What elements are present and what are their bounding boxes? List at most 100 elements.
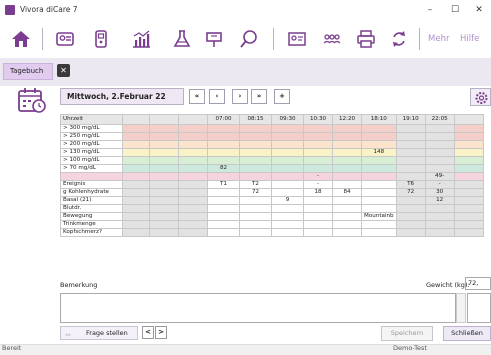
grid-cell[interactable] (332, 220, 362, 229)
grid-cell[interactable] (239, 204, 272, 213)
grid-cell[interactable] (207, 220, 240, 229)
grid-cell[interactable] (122, 196, 150, 205)
grid-cell[interactable] (239, 212, 272, 221)
grid-cell[interactable] (149, 204, 179, 213)
grid-cell[interactable]: 72 (239, 188, 272, 197)
grid-cell[interactable] (271, 132, 304, 141)
grid-cell[interactable] (395, 140, 426, 149)
grid-cell[interactable] (424, 132, 455, 141)
grid-cell[interactable] (239, 228, 272, 237)
grid-cell[interactable] (122, 228, 150, 237)
grid-cell[interactable] (361, 124, 397, 133)
grid-cell[interactable] (424, 220, 455, 229)
tools-button[interactable] (201, 26, 227, 52)
grid-cell[interactable]: 148 (361, 148, 397, 157)
grid-cell[interactable] (207, 124, 240, 133)
grid-cell[interactable] (178, 212, 208, 221)
grid-cell[interactable] (395, 124, 426, 133)
grid-cell[interactable] (303, 156, 333, 165)
grid-cell[interactable]: 09:30 (271, 114, 304, 125)
print-button[interactable] (353, 26, 379, 52)
grid-cell[interactable] (361, 156, 397, 165)
grid-cell[interactable] (395, 196, 426, 205)
grid-cell[interactable] (361, 140, 397, 149)
grid-cell[interactable] (303, 140, 333, 149)
grid-cell[interactable] (207, 228, 240, 237)
grid-cell[interactable] (271, 156, 304, 165)
grid-cell[interactable] (303, 212, 333, 221)
grid-cell[interactable] (453, 132, 484, 141)
grid-cell[interactable]: 19:10 (395, 114, 426, 125)
grid-cell[interactable] (178, 196, 208, 205)
statistics-button[interactable] (128, 26, 154, 52)
grid-cell[interactable]: 9 (271, 196, 304, 205)
grid-cell[interactable] (239, 140, 272, 149)
grid-cell[interactable] (239, 220, 272, 229)
next-day-button[interactable]: › (232, 89, 248, 104)
grid-cell[interactable] (271, 228, 304, 237)
grid-cell[interactable] (178, 204, 208, 213)
grid-cell[interactable] (332, 212, 362, 221)
users-button[interactable] (319, 26, 345, 52)
grid-cell[interactable] (271, 180, 304, 189)
grid-cell[interactable] (395, 212, 426, 221)
grid-cell[interactable] (149, 164, 179, 173)
grid-cell[interactable] (239, 164, 272, 173)
grid-cell[interactable]: 82 (207, 164, 240, 173)
grid-cell[interactable] (271, 124, 304, 133)
last-day-button[interactable]: » (251, 89, 267, 104)
grid-cell[interactable] (303, 228, 333, 237)
more-menu[interactable]: Mehr (428, 34, 449, 44)
question-next-button[interactable]: > (155, 326, 167, 339)
grid-cell[interactable] (361, 188, 397, 197)
grid-cell[interactable]: 30 (424, 188, 455, 197)
grid-cell[interactable] (453, 114, 484, 125)
help-menu[interactable]: Hilfe (460, 34, 479, 44)
grid-cell[interactable] (207, 212, 240, 221)
grid-cell[interactable] (332, 148, 362, 157)
grid-cell[interactable]: 49- (424, 172, 455, 181)
grid-cell[interactable]: - (424, 180, 455, 189)
grid-cell[interactable]: 72 (395, 188, 426, 197)
grid-cell[interactable] (361, 196, 397, 205)
grid-cell[interactable] (207, 172, 240, 181)
grid-cell[interactable] (239, 172, 272, 181)
grid-cell[interactable] (395, 164, 426, 173)
grid-cell[interactable]: - (303, 180, 333, 189)
grid-cell[interactable] (122, 164, 150, 173)
grid-cell[interactable]: T2 (239, 180, 272, 189)
grid-cell[interactable] (149, 196, 179, 205)
grid-cell[interactable] (332, 180, 362, 189)
save-button[interactable]: Speichern (381, 326, 433, 341)
grid-cell[interactable] (303, 132, 333, 141)
ask-question-button[interactable]: ⇔ Frage stellen (60, 326, 138, 340)
grid-cell[interactable] (332, 156, 362, 165)
grid-cell[interactable] (207, 148, 240, 157)
grid-cell[interactable] (453, 164, 484, 173)
grid-cell[interactable] (424, 164, 455, 173)
grid-cell[interactable] (424, 140, 455, 149)
grid-cell[interactable]: 10:30 (303, 114, 333, 125)
grid-cell[interactable] (149, 132, 179, 141)
grid-cell[interactable] (453, 156, 484, 165)
grid-cell[interactable] (178, 124, 208, 133)
grid-cell[interactable] (207, 188, 240, 197)
grid-cell[interactable] (332, 124, 362, 133)
grid-cell[interactable] (332, 132, 362, 141)
grid-cell[interactable] (453, 172, 484, 181)
settings-button[interactable] (470, 88, 491, 106)
home-button[interactable] (8, 26, 34, 52)
grid-cell[interactable] (332, 140, 362, 149)
grid-cell[interactable] (122, 188, 150, 197)
grid-cell[interactable] (361, 164, 397, 173)
add-entry-button[interactable]: + (274, 89, 290, 104)
grid-cell[interactable] (395, 132, 426, 141)
grid-cell[interactable] (149, 228, 179, 237)
grid-cell[interactable] (271, 220, 304, 229)
grid-cell[interactable]: 07:00 (207, 114, 240, 125)
grid-cell[interactable] (271, 148, 304, 157)
grid-cell[interactable] (149, 156, 179, 165)
grid-cell[interactable] (303, 220, 333, 229)
grid-cell[interactable] (424, 204, 455, 213)
grid-cell[interactable] (303, 148, 333, 157)
